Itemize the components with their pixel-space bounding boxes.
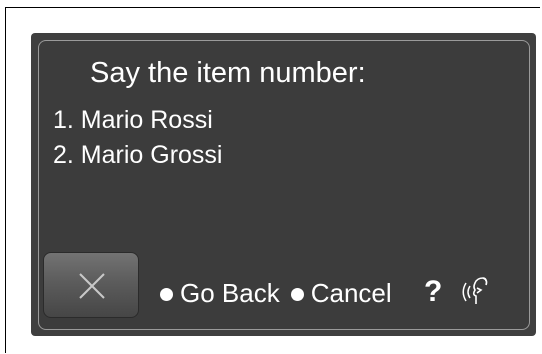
voice-command-hints: Go Back Cancel xyxy=(160,273,392,313)
list-item-2[interactable]: 2. Mario Grossi xyxy=(53,140,222,170)
list-item-1[interactable]: 1. Mario Rossi xyxy=(53,105,213,135)
close-icon xyxy=(79,273,105,299)
cancel-label: Cancel xyxy=(310,277,392,308)
prompt-title: Say the item number: xyxy=(90,57,366,89)
bullet-icon xyxy=(290,288,304,301)
cancel-command[interactable]: Cancel xyxy=(290,277,392,309)
question-mark-icon[interactable]: ? xyxy=(424,274,442,310)
voice-speaking-icon[interactable] xyxy=(461,274,495,308)
close-button[interactable] xyxy=(43,252,139,318)
bullet-icon xyxy=(160,288,173,301)
go-back-label: Go Back xyxy=(180,277,280,308)
go-back-command[interactable]: Go Back xyxy=(160,278,280,309)
